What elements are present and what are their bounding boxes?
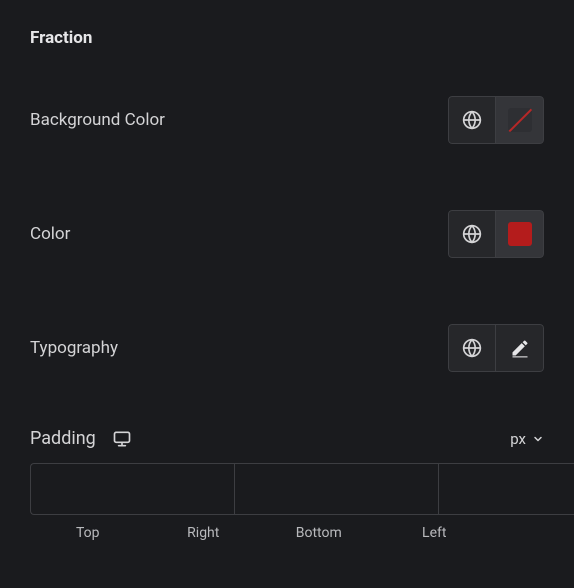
background-color-global-button[interactable] bbox=[448, 96, 496, 144]
padding-bottom-caption: Bottom bbox=[261, 525, 377, 541]
padding-left-caption: Left bbox=[377, 525, 493, 541]
color-swatch bbox=[508, 222, 532, 246]
padding-header: Padding px bbox=[30, 428, 544, 449]
responsive-button[interactable] bbox=[112, 429, 132, 449]
background-color-controls bbox=[448, 96, 544, 144]
color-row: Color bbox=[30, 210, 544, 258]
padding-caption-spacer bbox=[492, 525, 544, 541]
padding-right-input[interactable] bbox=[234, 463, 438, 515]
color-global-button[interactable] bbox=[448, 210, 496, 258]
typography-edit-button[interactable] bbox=[496, 324, 544, 372]
typography-label: Typography bbox=[30, 338, 118, 358]
color-swatch-button[interactable] bbox=[496, 210, 544, 258]
padding-right-caption: Right bbox=[146, 525, 262, 541]
padding-inputs bbox=[30, 463, 544, 515]
unit-select[interactable]: px bbox=[510, 430, 544, 448]
globe-icon bbox=[462, 110, 482, 130]
padding-top-input[interactable] bbox=[30, 463, 234, 515]
padding-label: Padding bbox=[30, 428, 96, 449]
background-color-swatch-button[interactable] bbox=[496, 96, 544, 144]
globe-icon bbox=[462, 338, 482, 358]
padding-bottom-input[interactable] bbox=[438, 463, 574, 515]
color-label: Color bbox=[30, 224, 70, 244]
section-title: Fraction bbox=[30, 28, 544, 48]
chevron-down-icon bbox=[532, 433, 544, 445]
color-controls bbox=[448, 210, 544, 258]
pencil-icon bbox=[510, 338, 530, 358]
padding-top-caption: Top bbox=[30, 525, 146, 541]
globe-icon bbox=[462, 224, 482, 244]
no-color-swatch bbox=[508, 108, 532, 132]
padding-captions: Top Right Bottom Left bbox=[30, 525, 544, 541]
background-color-label: Background Color bbox=[30, 110, 165, 130]
typography-row: Typography bbox=[30, 324, 544, 372]
typography-controls bbox=[448, 324, 544, 372]
background-color-row: Background Color bbox=[30, 96, 544, 144]
desktop-icon bbox=[112, 429, 132, 449]
typography-global-button[interactable] bbox=[448, 324, 496, 372]
unit-label: px bbox=[510, 430, 526, 448]
